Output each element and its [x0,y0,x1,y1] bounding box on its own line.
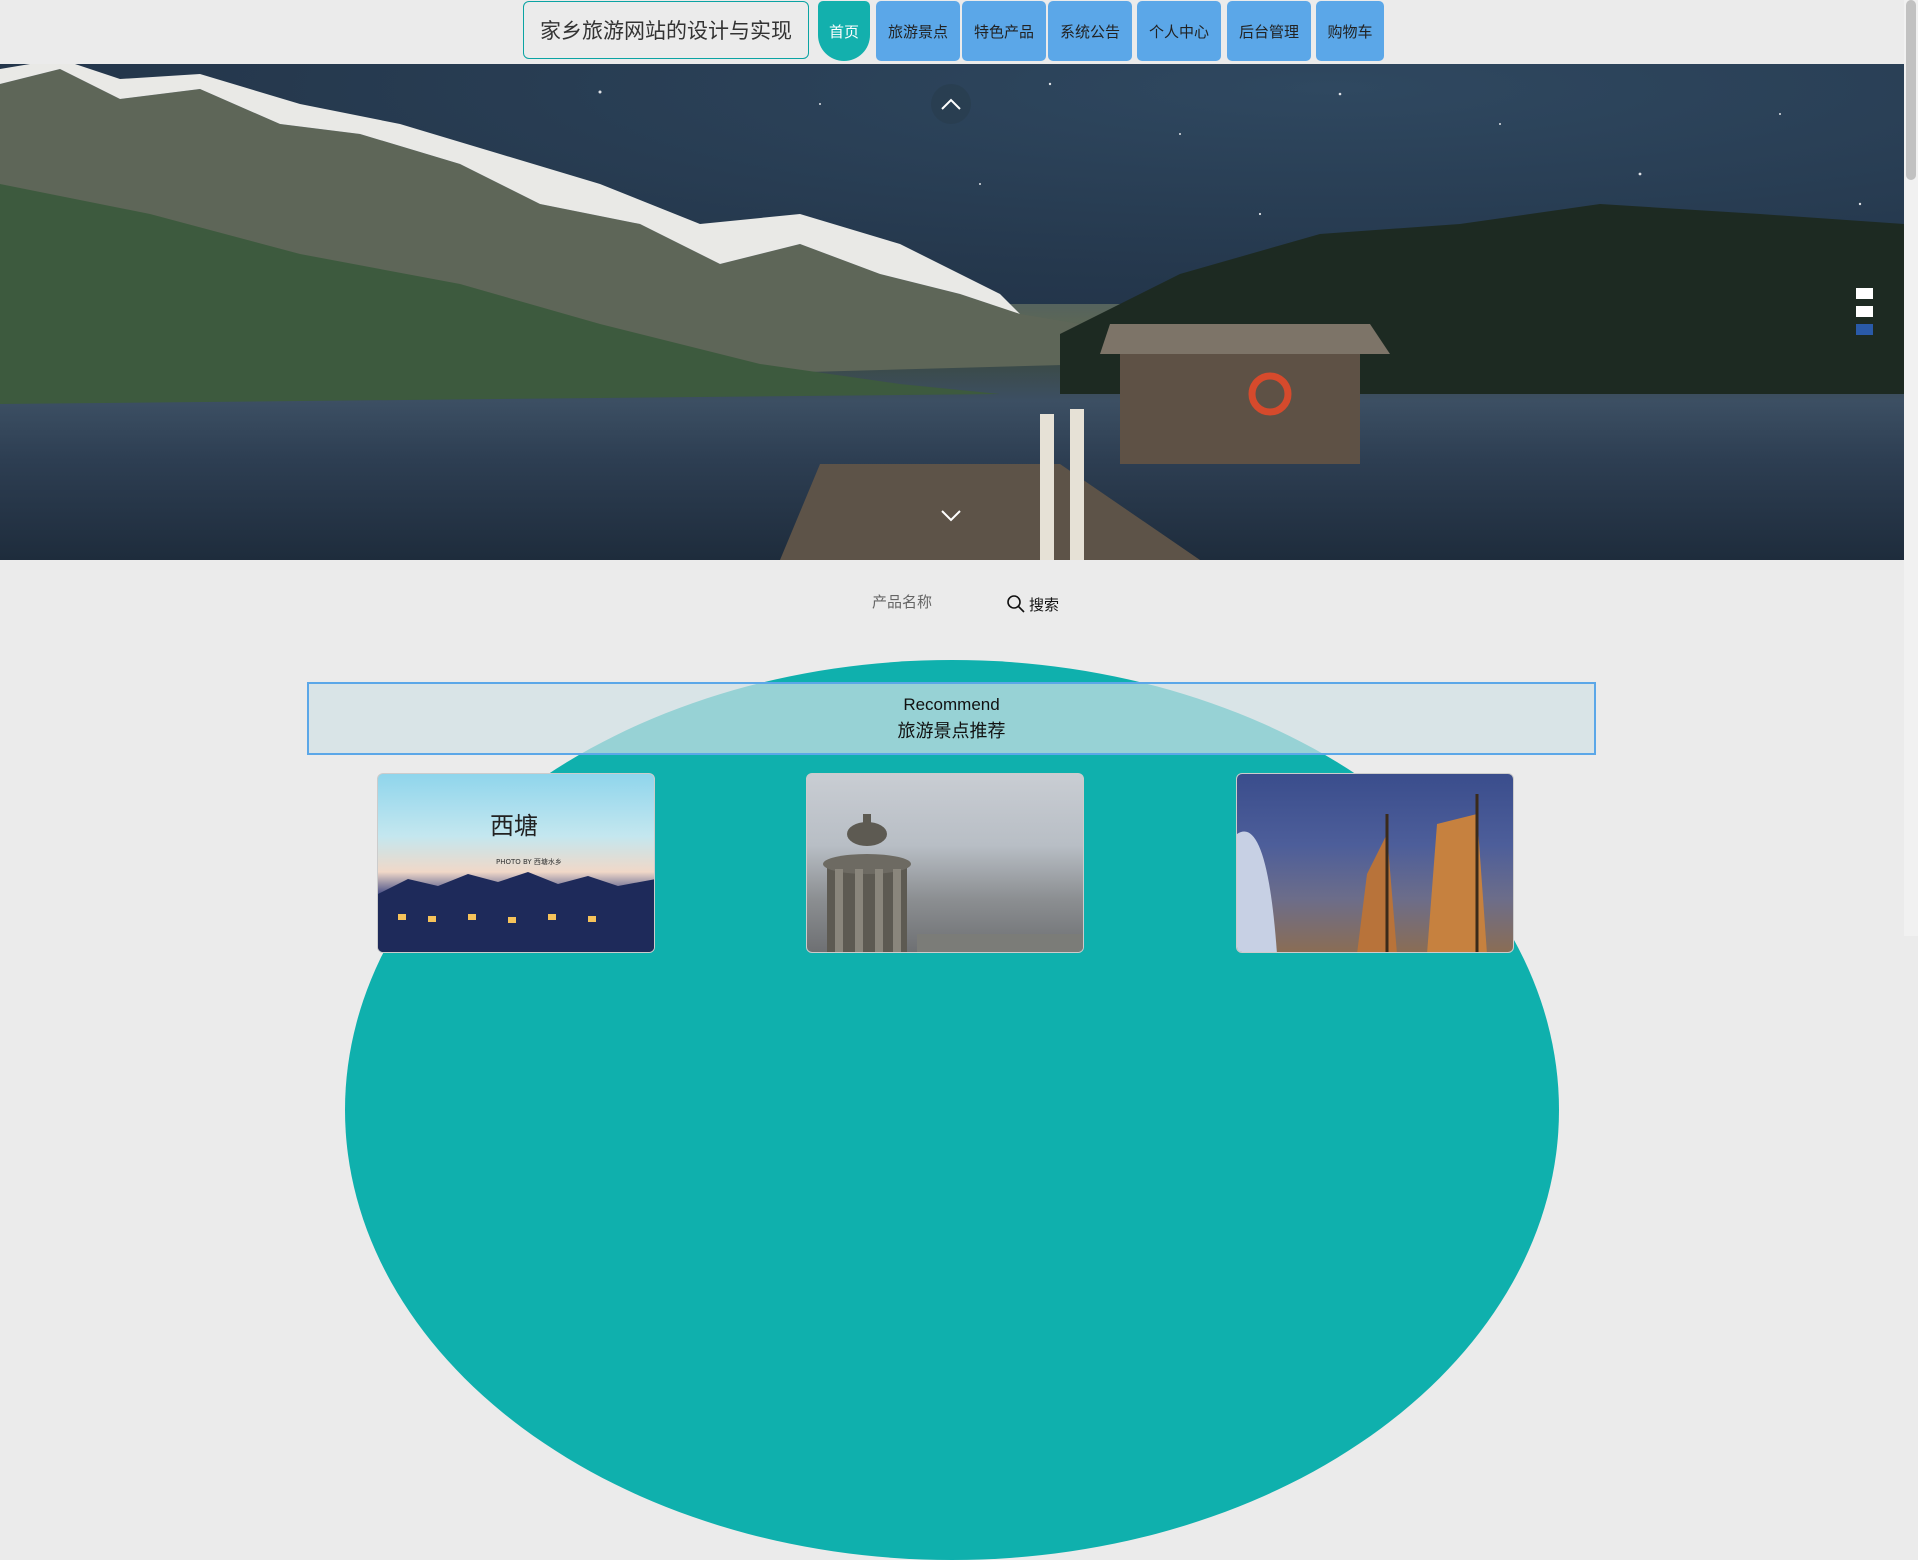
nav-announcements[interactable]: 系统公告 [1048,1,1132,61]
recommend-card-3[interactable] [1236,773,1514,953]
site-title[interactable]: 家乡旅游网站的设计与实现 [523,1,809,59]
carousel-indicators [1856,288,1873,342]
card-1-image-lettering: 西塘 [490,812,538,840]
nav-products[interactable]: 特色产品 [962,1,1046,61]
chevron-down-icon [941,510,961,522]
search-button-label: 搜索 [1029,596,1060,614]
search-icon [1007,595,1025,613]
page-scrollbar[interactable] [1904,0,1918,936]
nav-admin[interactable]: 后台管理 [1227,1,1311,61]
nav-cart[interactable]: 购物车 [1316,1,1384,61]
hero-landscape-image [0,64,1904,560]
recommend-title-en: Recommend [903,694,1000,714]
top-navbar: 家乡旅游网站的设计与实现 首页 旅游景点 特色产品 系统公告 个人中心 后台管理… [0,0,1904,64]
carousel-prev-button[interactable] [931,84,971,124]
product-name-search-input[interactable] [870,588,1014,616]
attraction-image-monument [823,814,1083,952]
recommend-card-1[interactable]: 西塘 PHOTO BY 西塘水乡 [377,773,655,953]
attraction-image-xitang: 西塘 PHOTO BY 西塘水乡 [378,812,654,952]
recommend-title-cn: 旅游景点推荐 [897,720,1006,741]
card-1-image-sublettering: PHOTO BY 西塘水乡 [496,857,562,866]
nav-personal-center[interactable]: 个人中心 [1137,1,1221,61]
attraction-image-harbor [1237,794,1487,952]
search-button[interactable]: 搜索 [1006,592,1059,616]
carousel-next-button[interactable] [931,496,971,536]
chevron-up-icon [941,98,961,110]
carousel-dot-2[interactable] [1856,306,1873,317]
carousel-dot-3-active[interactable] [1856,324,1873,335]
recommend-section-header: Recommend 旅游景点推荐 [307,682,1596,755]
carousel-dot-1[interactable] [1856,288,1873,299]
hero-carousel[interactable] [0,64,1904,560]
scrollbar-thumb[interactable] [1906,0,1916,180]
nav-attractions[interactable]: 旅游景点 [876,1,960,61]
recommend-card-2[interactable] [806,773,1084,953]
nav-home[interactable]: 首页 [818,1,870,61]
